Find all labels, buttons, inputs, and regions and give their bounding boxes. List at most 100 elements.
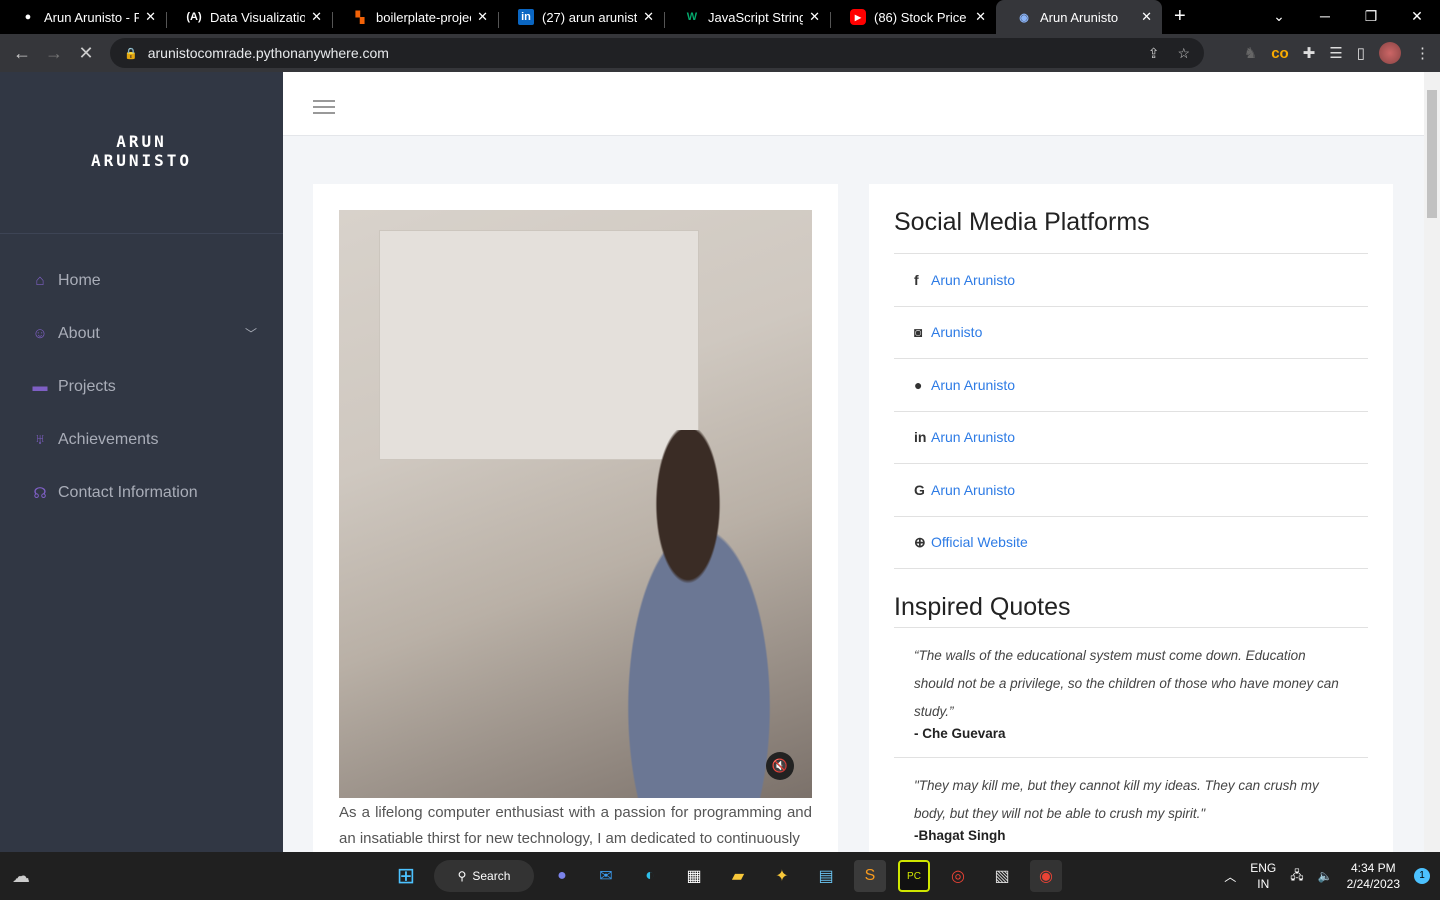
linkedin-icon: in xyxy=(914,429,927,446)
puzzle-extensions-icon[interactable]: ✚ xyxy=(1303,44,1316,62)
volume-icon[interactable]: 🔈 xyxy=(1318,869,1333,883)
close-tab-icon[interactable]: ✕ xyxy=(145,9,156,25)
github-link[interactable]: Arun Arunisto xyxy=(931,377,1015,393)
weather-icon[interactable]: ☁ xyxy=(12,866,30,887)
mail-icon[interactable]: ✉ xyxy=(590,860,622,892)
profile-avatar[interactable] xyxy=(1379,42,1401,64)
dino-extension-icon[interactable]: ♞ xyxy=(1244,44,1257,62)
social-item-instagram: ◙ Arunisto xyxy=(894,307,1368,359)
browser-tab[interactable]: (A) Data Visualization ✕ xyxy=(166,4,332,34)
facebook-icon: f xyxy=(914,271,919,288)
tab-strip: ● Arun Arunisto - Fu ✕ (A) Data Visualizati… xyxy=(0,0,1440,34)
close-tab-icon[interactable]: ✕ xyxy=(311,9,322,25)
edge-icon[interactable]: ◐ xyxy=(634,860,666,892)
start-icon[interactable]: ⊞ xyxy=(390,860,422,892)
forward-icon[interactable]: → xyxy=(38,43,70,64)
teams-icon[interactable]: ● xyxy=(546,860,578,892)
side-panel-icon[interactable]: ▯ xyxy=(1357,44,1365,62)
linkedin-icon: in xyxy=(518,9,534,25)
python-icon[interactable]: ▧ xyxy=(986,860,1018,892)
restore-icon[interactable]: ❐ xyxy=(1348,0,1394,32)
close-tab-icon[interactable]: ✕ xyxy=(643,9,654,25)
w3schools-icon: W xyxy=(686,11,698,23)
photos-icon[interactable]: ✦ xyxy=(766,860,798,892)
stop-loading-icon[interactable]: ✕ xyxy=(70,43,102,64)
instagram-link[interactable]: Arunisto xyxy=(931,324,982,340)
extensions-area: ♞ co ✚ ☰ ▯ ⋮ xyxy=(1244,42,1430,64)
social-title: Social Media Platforms xyxy=(894,208,1150,236)
hamburger-menu-icon[interactable] xyxy=(313,100,335,118)
youtube-icon: ▶ xyxy=(850,9,866,25)
bookmark-star-icon[interactable]: ☆ xyxy=(1177,45,1190,62)
website-link[interactable]: Official Website xyxy=(931,534,1028,550)
briefcase-icon: ▬ xyxy=(32,378,48,395)
colab-extension-icon[interactable]: co xyxy=(1271,45,1289,62)
sidebar-item-projects[interactable]: ▬ Projects xyxy=(0,360,283,413)
sublime-icon[interactable]: S xyxy=(854,860,886,892)
headset-icon: ☊ xyxy=(33,484,47,502)
browser-tab[interactable]: ▶(86) Stock Price Ch✕ xyxy=(830,4,996,34)
tray-chevron-icon[interactable]: ︿ xyxy=(1224,868,1236,885)
quotes-title: Inspired Quotes xyxy=(894,593,1071,621)
browser-tab-active[interactable]: ◉ Arun Arunisto ✕ xyxy=(996,0,1162,34)
quote-item: "They may kill me, but they cannot kill … xyxy=(894,758,1368,860)
facebook-link[interactable]: Arun Arunisto xyxy=(931,272,1015,288)
top-header xyxy=(283,72,1424,136)
a-logo-icon: (A) xyxy=(186,11,202,23)
address-bar[interactable]: 🔒 arunistocomrade.pythonanywhere.com ⇪ ☆ xyxy=(110,38,1204,68)
language-indicator[interactable]: ENG IN xyxy=(1250,860,1276,892)
browser-tab[interactable]: ● Arun Arunisto - Fu ✕ xyxy=(0,4,166,34)
file-explorer-icon[interactable]: ▰ xyxy=(722,860,754,892)
google-link[interactable]: Arun Arunisto xyxy=(931,482,1015,498)
lock-icon: 🔒 xyxy=(124,47,138,60)
linkedin-link[interactable]: Arun Arunisto xyxy=(931,429,1015,445)
close-tab-icon[interactable]: ✕ xyxy=(477,9,488,25)
new-tab-button[interactable]: + xyxy=(1162,5,1198,34)
muted-icon[interactable]: 🔇 xyxy=(766,752,794,780)
browser-tab[interactable]: WJavaScript String to✕ xyxy=(664,4,830,34)
close-tab-icon[interactable]: ✕ xyxy=(1141,9,1152,25)
browser-tab[interactable]: ▚ boilerplate-project ✕ xyxy=(332,4,498,34)
close-tab-icon[interactable]: ✕ xyxy=(975,9,986,25)
smile-icon: ☺ xyxy=(32,325,48,342)
back-icon[interactable]: ← xyxy=(6,43,38,64)
globe-icon: ⊕ xyxy=(914,533,926,550)
browser-tab[interactable]: in (27) arun arunisto ✕ xyxy=(498,4,664,34)
pycharm-icon[interactable]: PC xyxy=(898,860,930,892)
profile-card: 🔇 As a lifelong computer enthusiast with… xyxy=(313,184,838,864)
menu-kebab-icon[interactable]: ⋮ xyxy=(1415,44,1430,62)
quote-item: “The walls of the educational system mus… xyxy=(894,628,1368,758)
notepad-icon[interactable]: ▤ xyxy=(810,860,842,892)
chrome-icon[interactable]: ◉ xyxy=(1030,860,1062,892)
projector-screen xyxy=(379,230,699,460)
network-icon[interactable]: 🖧 xyxy=(1290,866,1303,887)
clock[interactable]: 4:34 PM 2/24/2023 xyxy=(1347,860,1400,892)
store-icon[interactable]: ▦ xyxy=(678,860,710,892)
share-icon[interactable]: ⇪ xyxy=(1148,45,1160,62)
sidebar-item-contact[interactable]: ☊ Contact Information xyxy=(0,466,283,519)
scrollbar-thumb[interactable] xyxy=(1427,90,1437,218)
social-item-facebook: f Arun Arunisto xyxy=(894,254,1368,307)
social-list: f Arun Arunisto ◙ Arunisto ● Arun Arunisto … xyxy=(894,253,1368,569)
minimize-icon[interactable]: ─ xyxy=(1302,0,1348,32)
chromium-icon[interactable]: ◎ xyxy=(942,860,974,892)
sidebar-item-home[interactable]: ⌂ Home xyxy=(0,254,283,307)
replit-icon: ▚ xyxy=(355,11,365,24)
sidebar-item-achievements[interactable]: ♅ Achievements xyxy=(0,413,283,466)
tab-search-icon[interactable]: ⌄ xyxy=(1256,0,1302,32)
home-icon: ⌂ xyxy=(35,272,45,289)
sidebar-item-about[interactable]: ☺ About ﹀ xyxy=(0,307,283,360)
brand-logo[interactable]: ARUN ARUNISTO xyxy=(0,72,283,234)
close-tab-icon[interactable]: ✕ xyxy=(809,9,820,25)
loading-icon: ◉ xyxy=(1019,11,1029,24)
browser-toolbar: ← → ✕ 🔒 arunistocomrade.pythonanywhere.c… xyxy=(0,34,1440,72)
page-scrollbar[interactable] xyxy=(1424,72,1440,852)
bio-text: As a lifelong computer enthusiast with a… xyxy=(339,804,812,847)
close-window-icon[interactable]: ✕ xyxy=(1394,0,1440,32)
person-figure xyxy=(589,430,809,798)
media-control-icon[interactable]: ☰ xyxy=(1329,44,1342,62)
taskbar-search[interactable]: ⚲ Search xyxy=(434,860,534,892)
sidebar: ARUN ARUNISTO ⌂ Home ☺ About ﹀ ▬ Projects ♅ A… xyxy=(0,72,283,852)
profile-video[interactable]: 🔇 xyxy=(339,210,812,798)
notification-badge[interactable]: 1 xyxy=(1414,868,1430,884)
